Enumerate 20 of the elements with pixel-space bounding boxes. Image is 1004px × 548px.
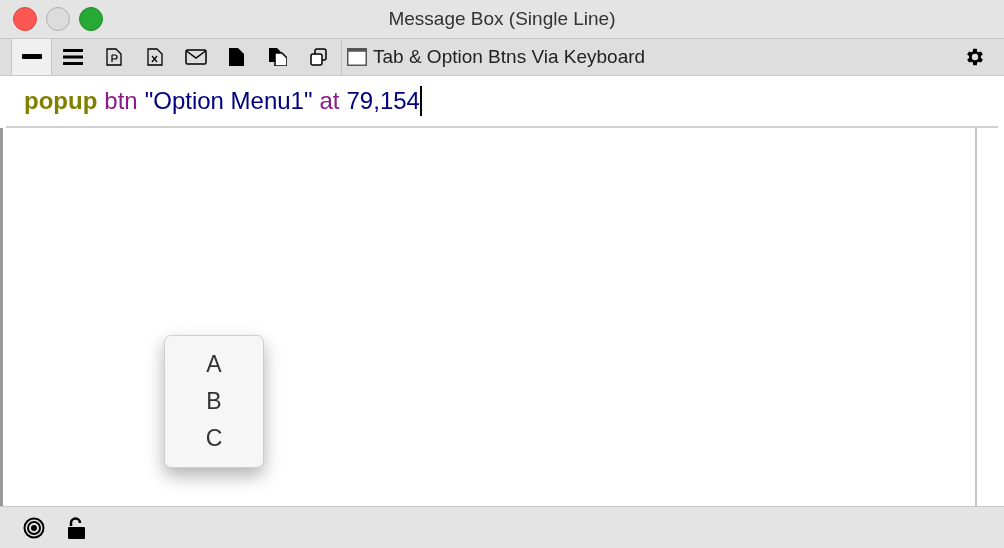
window-title: Message Box (Single Line) [388, 6, 616, 31]
menu-item[interactable]: B [206, 383, 222, 420]
multi-line-icon [62, 49, 83, 65]
menu-item[interactable]: C [205, 420, 223, 457]
envelope-icon [184, 49, 207, 65]
message-field[interactable]: popup btn "Option Menu1" at 79,154 [24, 83, 422, 119]
unlocked-padlock-icon[interactable] [68, 516, 85, 539]
window-icon [347, 48, 367, 66]
zoom-button[interactable] [79, 7, 103, 31]
document-icon [105, 48, 122, 66]
document-icon [146, 48, 163, 66]
close-button[interactable] [13, 7, 37, 31]
toolbar-button[interactable] [11, 39, 52, 75]
menu-item[interactable]: A [206, 346, 222, 383]
page-icon [229, 48, 244, 66]
pages-icon [268, 48, 287, 66]
target-icon[interactable] [23, 516, 45, 539]
settings-icon[interactable] [964, 46, 986, 68]
stack-name[interactable]: Tab & Option Btns Via Keyboard [373, 42, 646, 72]
copy-icon [309, 48, 328, 66]
